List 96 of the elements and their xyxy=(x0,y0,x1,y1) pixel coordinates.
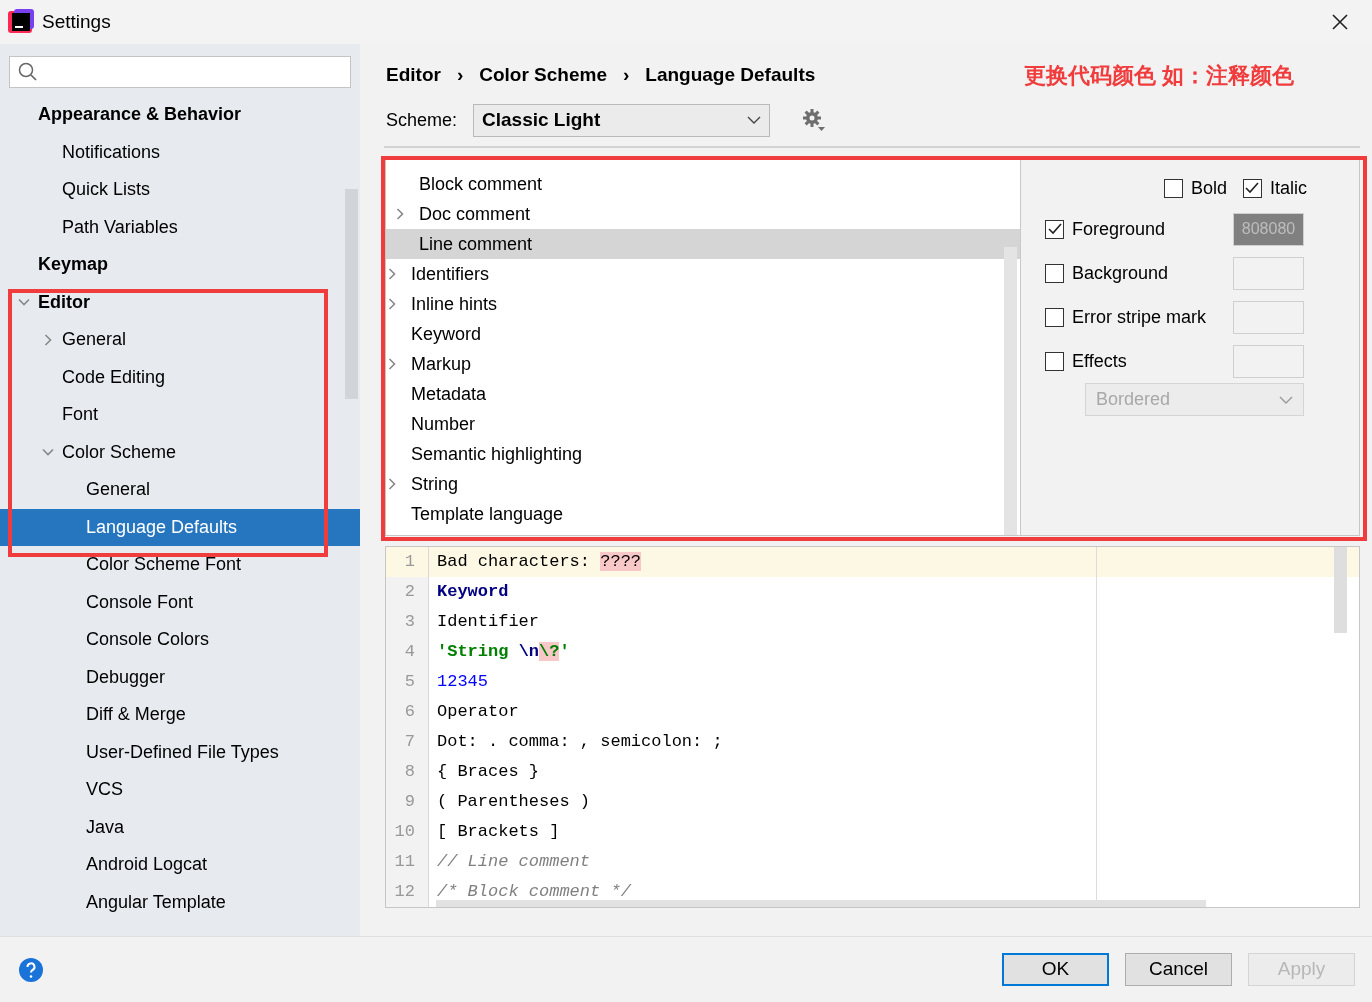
checkbox[interactable] xyxy=(1045,263,1064,283)
search-icon xyxy=(18,62,38,82)
code-line: Identifier xyxy=(437,612,540,632)
tree-item[interactable]: General xyxy=(0,321,360,359)
breadcrumb-separator: › xyxy=(456,62,464,87)
tree-item[interactable]: Font xyxy=(0,396,360,434)
line-number: 2 xyxy=(404,581,416,604)
scheme-label: Scheme: xyxy=(386,108,458,132)
color-swatch[interactable] xyxy=(1233,300,1304,334)
dialog-button[interactable]: OK xyxy=(1002,953,1109,986)
checkbox[interactable] xyxy=(1163,178,1183,198)
checkbox-label: Bold xyxy=(1190,176,1227,200)
line-number: 1 xyxy=(404,551,416,574)
attribute-item[interactable]: Markup xyxy=(386,349,1020,379)
help-icon[interactable] xyxy=(18,956,44,983)
line-number: 3 xyxy=(404,611,416,634)
tree-item[interactable]: Debugger xyxy=(0,658,360,696)
code-line: ( Parentheses ) xyxy=(437,792,591,812)
color-swatch[interactable] xyxy=(1233,256,1304,290)
tree-item[interactable]: Angular Template xyxy=(0,883,360,921)
checkbox-label: Error stripe mark xyxy=(1072,305,1206,329)
breadcrumb-item[interactable]: Language Defaults xyxy=(645,60,816,90)
breadcrumb-separator: › xyxy=(623,62,630,87)
scrollbar[interactable] xyxy=(436,900,1206,907)
code-line: Keyword xyxy=(437,582,509,602)
annotation-text: 更换代码颜色 如：注释颜色 xyxy=(1023,61,1294,90)
search-field[interactable] xyxy=(9,56,351,88)
chevron-icon xyxy=(1279,395,1293,404)
tree-item[interactable]: Java xyxy=(0,808,360,846)
dialog-button[interactable]: Cancel xyxy=(1125,953,1232,986)
line-number: 12 xyxy=(394,881,416,904)
attribute-item[interactable]: Metadata xyxy=(386,379,1020,409)
line-number: 5 xyxy=(404,671,416,694)
line-number: 7 xyxy=(404,731,416,754)
attribute-item[interactable]: Template language xyxy=(386,499,1020,529)
line-number: 9 xyxy=(404,791,416,814)
attribute-item[interactable]: String xyxy=(386,469,1020,499)
tree-item[interactable]: Color Scheme xyxy=(0,433,360,471)
attribute-item[interactable]: Identifiers xyxy=(386,259,1020,289)
checkbox-label: Background xyxy=(1072,261,1169,285)
attribute-item[interactable]: Number xyxy=(386,409,1020,439)
tree-item[interactable]: Notifications xyxy=(0,133,360,171)
checkbox[interactable] xyxy=(1045,351,1064,371)
tree-item[interactable]: Path Variables xyxy=(0,208,360,246)
tree-item[interactable]: Editor xyxy=(0,283,360,321)
tree-item[interactable]: Console Colors xyxy=(0,621,360,659)
tree-item[interactable]: Color Scheme Font xyxy=(0,546,360,584)
code-line: { Braces } xyxy=(437,762,540,782)
code-line: // Line comment xyxy=(437,852,591,872)
color-swatch[interactable] xyxy=(1233,344,1304,378)
line-number: 8 xyxy=(404,761,416,784)
tree-item[interactable]: Diff & Merge xyxy=(0,696,360,734)
code-line: Dot: . comma: , semicolon: ; xyxy=(437,732,723,752)
attribute-item[interactable]: Doc comment xyxy=(386,199,1020,229)
checkbox-label: Italic xyxy=(1270,176,1307,200)
scrollbar[interactable] xyxy=(1334,547,1347,633)
code-line: Bad characters: ???? xyxy=(437,552,642,572)
tree-item[interactable]: Console Font xyxy=(0,583,360,621)
scrollbar[interactable] xyxy=(345,189,358,399)
checkbox[interactable] xyxy=(1045,307,1064,327)
gear-icon[interactable] xyxy=(802,108,827,132)
chevron-icon xyxy=(747,116,762,124)
window-title: Settings xyxy=(42,9,111,34)
attribute-item[interactable]: Keyword xyxy=(386,319,1020,349)
breadcrumb-item[interactable]: Editor xyxy=(386,60,441,90)
attribute-item[interactable]: Line comment xyxy=(386,229,1020,259)
breadcrumb-item[interactable]: Color Scheme xyxy=(479,60,607,90)
tree-item[interactable]: Appearance & Behavior xyxy=(0,96,360,134)
tree-item[interactable]: Keymap xyxy=(0,246,360,284)
checkbox[interactable] xyxy=(1045,219,1064,239)
code-line: 'String \n\?' xyxy=(437,642,570,662)
tree-item[interactable]: Code Editing xyxy=(0,358,360,396)
tree-item[interactable]: VCS xyxy=(0,771,360,809)
scheme-dropdown[interactable]: Classic Light xyxy=(473,103,771,137)
line-number: 4 xyxy=(404,641,416,664)
tree-item[interactable]: Language Defaults xyxy=(0,508,360,546)
line-number: 10 xyxy=(394,821,416,844)
code-line: Operator xyxy=(437,702,519,722)
code-line: 12345 xyxy=(437,672,488,692)
line-number: 6 xyxy=(404,701,416,724)
scrollbar[interactable] xyxy=(1004,247,1017,535)
attribute-item[interactable]: Block comment xyxy=(386,169,1020,199)
attribute-item[interactable]: Semantic highlighting xyxy=(386,439,1020,469)
line-number: 11 xyxy=(394,851,416,874)
checkbox[interactable] xyxy=(1243,178,1262,198)
close-icon[interactable] xyxy=(1332,14,1348,30)
tree-item[interactable]: General xyxy=(0,471,360,509)
code-line: /* Block comment */ xyxy=(437,882,631,902)
tree-item[interactable]: Quick Lists xyxy=(0,171,360,209)
tree-item[interactable]: Android Logcat xyxy=(0,846,360,884)
app-logo-icon xyxy=(8,9,34,35)
checkbox-label: Foreground xyxy=(1072,217,1166,241)
attribute-item[interactable]: Inline hints xyxy=(386,289,1020,319)
tree-item[interactable]: User-Defined File Types xyxy=(0,733,360,771)
checkbox-label: Effects xyxy=(1072,349,1127,373)
code-line: [ Brackets ] xyxy=(437,822,560,842)
